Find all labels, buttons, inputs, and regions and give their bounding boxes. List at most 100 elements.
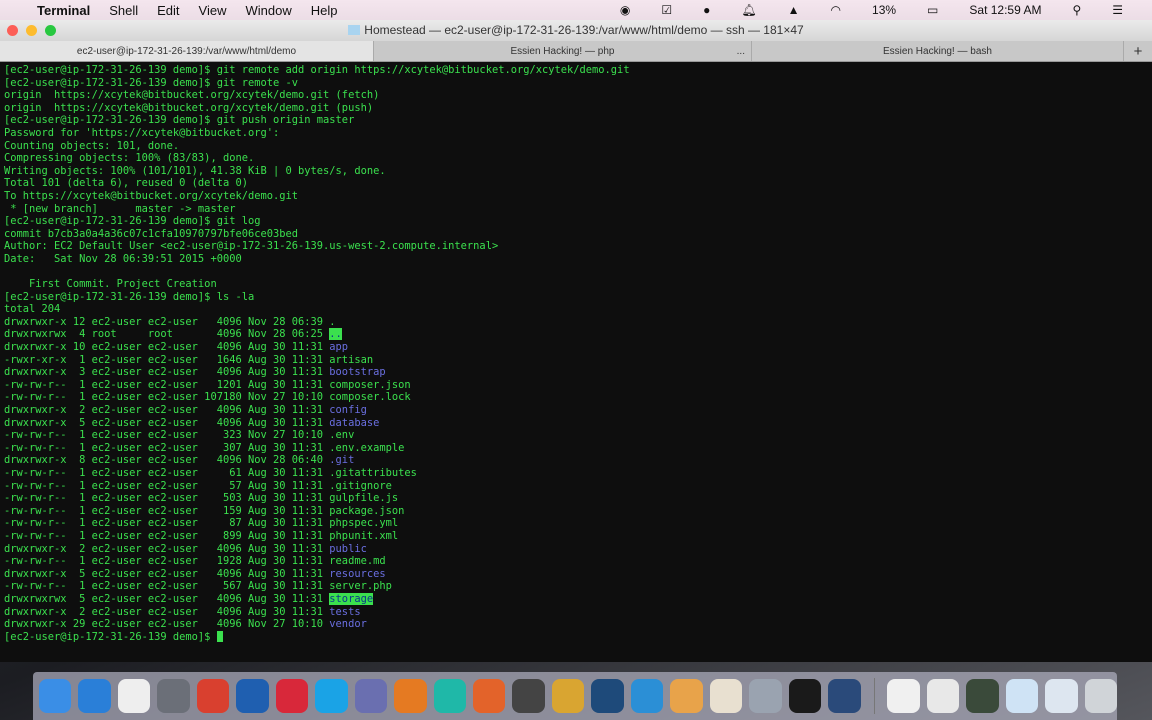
chrome-icon[interactable]: [196, 679, 230, 713]
skype-icon[interactable]: [315, 679, 348, 713]
clock[interactable]: Sat 12:59 AM: [969, 3, 1041, 17]
minimize-button[interactable]: [26, 25, 37, 36]
system-preferences-icon[interactable]: [749, 679, 782, 713]
terminal-icon[interactable]: [788, 679, 822, 713]
terminal-line: [ec2-user@ip-172-31-26-139 demo]$ git lo…: [4, 215, 261, 228]
menu-bar: Terminal Shell Edit View Window Help ◉ ☑…: [0, 0, 1152, 20]
dock-separator: [873, 678, 875, 714]
menu-help[interactable]: Help: [311, 3, 338, 18]
file-metadata: -rw-rw-r-- 1 ec2-user ec2-user 159 Aug 3…: [4, 504, 330, 517]
pdf-document-icon[interactable]: [887, 679, 920, 713]
finder-icon[interactable]: [39, 679, 72, 713]
safari-icon[interactable]: [78, 679, 111, 713]
file-name: phpunit.xml: [329, 529, 399, 542]
file-metadata: drwxrwxr-x 12 ec2-user ec2-user 4096 Nov…: [4, 315, 330, 328]
screenshot-icon[interactable]: [1045, 679, 1078, 713]
quicktime-icon[interactable]: [828, 679, 861, 713]
screenshot-icon[interactable]: [966, 679, 999, 713]
file-metadata: drwxrwxr-x 2 ec2-user ec2-user 4096 Aug …: [4, 542, 330, 555]
tab-bash[interactable]: Essien Hacking! — bash: [752, 41, 1124, 61]
terminal-line: total 204: [4, 303, 61, 316]
file-name: vendor: [329, 618, 367, 631]
tab-ssh[interactable]: ec2-user@ip-172-31-26-139:/var/www/html/…: [0, 41, 374, 61]
file-metadata: -rwxr-xr-x 1 ec2-user ec2-user 1646 Aug …: [4, 353, 330, 366]
file-name: package.json: [329, 504, 405, 517]
battery-icon[interactable]: ▭: [927, 3, 938, 17]
file-name: ..: [329, 328, 342, 341]
file-metadata: -rw-rw-r-- 1 ec2-user ec2-user 503 Aug 3…: [4, 492, 330, 505]
terminal-line: * [new branch] master -> master: [4, 202, 236, 215]
listing-row: drwxrwxr-x 8 ec2-user ec2-user 4096 Nov …: [4, 454, 1152, 467]
tab-php[interactable]: Essien Hacking! — php...: [374, 41, 752, 61]
spotlight-search-icon[interactable]: ⚲: [1072, 3, 1081, 17]
battery-percent[interactable]: 13%: [872, 3, 896, 17]
terminal-line: To https://xcytek@bitbucket.org/xcytek/d…: [4, 189, 299, 202]
menu-app-name[interactable]: Terminal: [37, 3, 90, 18]
launchpad-grid-icon[interactable]: [117, 679, 151, 713]
sublime-text-icon[interactable]: [512, 679, 545, 713]
sourcetree-icon[interactable]: [472, 679, 506, 713]
sourcetree-tree-icon[interactable]: [591, 679, 624, 713]
photos-icon[interactable]: [670, 679, 703, 713]
file-metadata: -rw-rw-r-- 1 ec2-user ec2-user 1201 Aug …: [4, 378, 330, 391]
terminal-line: Compressing objects: 100% (83/83), done.: [4, 152, 255, 165]
notification-bell-icon[interactable]: 🔔︎: [741, 3, 756, 17]
menu-view[interactable]: View: [199, 3, 227, 18]
file-name: database: [329, 416, 380, 429]
menu-edit[interactable]: Edit: [157, 3, 179, 18]
sequel-pro-icon[interactable]: [551, 679, 585, 713]
php-icon[interactable]: [354, 679, 388, 713]
vivaldi-icon[interactable]: [275, 679, 309, 713]
listing-row: drwxrwxrwx 4 root root 4096 Nov 28 06:25…: [4, 328, 1152, 341]
webstorm-icon[interactable]: [433, 679, 466, 713]
terminal-output[interactable]: [ec2-user@ip-172-31-26-139 demo]$ git re…: [0, 62, 1152, 662]
listing-row: -rw-rw-r-- 1 ec2-user ec2-user 1928 Aug …: [4, 555, 1152, 568]
file-name: artisan: [329, 353, 374, 366]
file-metadata: drwxrwxrwx 4 root root 4096 Nov 28 06:25: [4, 328, 330, 341]
file-metadata: drwxrwxr-x 8 ec2-user ec2-user 4096 Nov …: [4, 454, 330, 467]
file-metadata: -rw-rw-r-- 1 ec2-user ec2-user 567 Aug 3…: [4, 580, 330, 593]
drop-icon[interactable]: ●: [703, 3, 710, 17]
tab-more[interactable]: ...: [737, 41, 745, 62]
file-metadata: -rw-rw-r-- 1 ec2-user ec2-user 61 Aug 30…: [4, 467, 330, 479]
record-icon[interactable]: ◉: [620, 3, 630, 17]
popcorn-icon[interactable]: [709, 679, 743, 713]
jpeg-document-icon[interactable]: [926, 679, 960, 713]
listing-row: -rw-rw-r-- 1 ec2-user ec2-user 107180 No…: [4, 391, 1152, 404]
new-tab-button[interactable]: +: [1124, 41, 1152, 61]
terminal-window: Homestead — ec2-user@ip-172-31-26-139:/v…: [0, 20, 1152, 662]
terminal-line: [ec2-user@ip-172-31-26-139 demo]$ ls -la: [4, 290, 255, 303]
prompt-line[interactable]: [ec2-user@ip-172-31-26-139 demo]$: [4, 630, 1152, 644]
wifi-icon[interactable]: ◠: [831, 3, 841, 17]
listing-row: -rw-rw-r-- 1 ec2-user ec2-user 503 Aug 3…: [4, 492, 1152, 505]
terminal-line: Counting objects: 101, done.: [4, 139, 180, 152]
terminal-line: Date: Sat Nov 28 06:39:51 2015 +0000: [4, 252, 242, 265]
file-metadata: -rw-rw-r-- 1 ec2-user ec2-user 87 Aug 30…: [4, 517, 330, 530]
close-button[interactable]: [7, 25, 18, 36]
drive-icon[interactable]: ▲: [788, 3, 800, 17]
menu-shell[interactable]: Shell: [109, 3, 138, 18]
screenshot-icon[interactable]: [1005, 679, 1039, 713]
firefox-icon[interactable]: [236, 679, 269, 713]
trash-icon[interactable]: [1084, 679, 1118, 713]
tab-bar: ec2-user@ip-172-31-26-139:/var/www/html/…: [0, 41, 1152, 62]
bolt-icon[interactable]: [630, 679, 664, 713]
checklist-icon[interactable]: ☑: [661, 3, 672, 17]
terminal-line: origin https://xcytek@bitbucket.org/xcyt…: [4, 101, 374, 114]
listing-row: -rwxr-xr-x 1 ec2-user ec2-user 1646 Aug …: [4, 354, 1152, 367]
listing-row: -rw-rw-r-- 1 ec2-user ec2-user 307 Aug 3…: [4, 442, 1152, 455]
sublime-s-icon[interactable]: [394, 679, 427, 713]
rocket-icon[interactable]: [157, 679, 190, 713]
zoom-button[interactable]: [45, 25, 56, 36]
listing-row: drwxrwxr-x 12 ec2-user ec2-user 4096 Nov…: [4, 316, 1152, 329]
listing-row: -rw-rw-r-- 1 ec2-user ec2-user 61 Aug 30…: [4, 467, 1152, 480]
menu-window[interactable]: Window: [246, 3, 292, 18]
terminal-line: Author: EC2 Default User <ec2-user@ip-17…: [4, 240, 499, 253]
notification-center-icon[interactable]: ☰: [1112, 3, 1123, 17]
file-metadata: drwxrwxr-x 10 ec2-user ec2-user 4096 Aug…: [4, 341, 330, 354]
listing-row: -rw-rw-r-- 1 ec2-user ec2-user 57 Aug 30…: [4, 480, 1152, 493]
cursor: [216, 630, 223, 642]
file-metadata: drwxrwxr-x 5 ec2-user ec2-user 4096 Aug …: [4, 567, 330, 580]
title-bar: Homestead — ec2-user@ip-172-31-26-139:/v…: [0, 20, 1152, 41]
